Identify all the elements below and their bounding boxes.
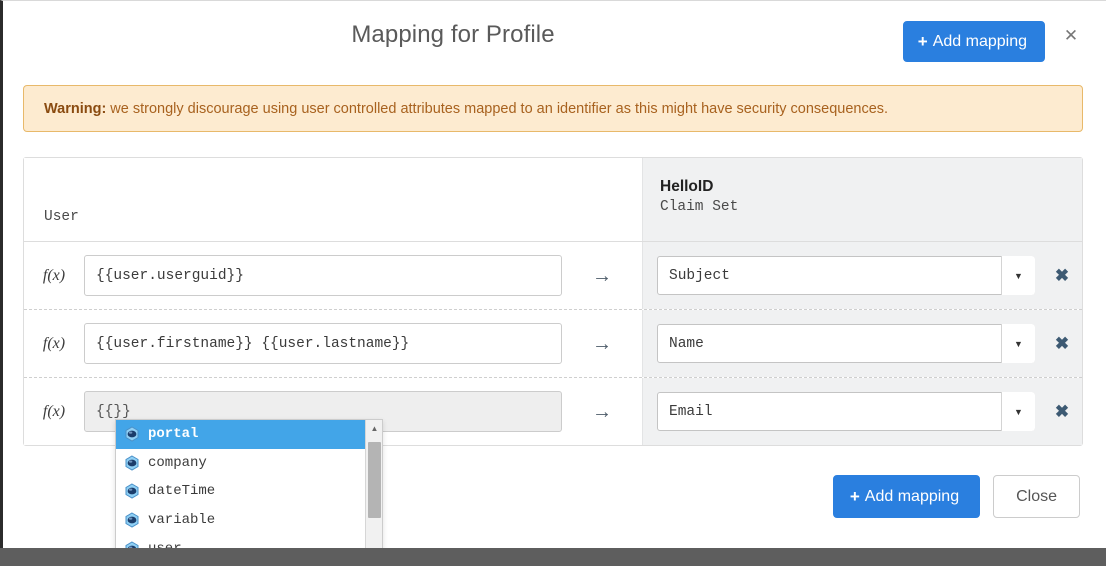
add-mapping-button-bottom[interactable]: + Add mapping [832, 475, 981, 518]
list-item[interactable]: portal [116, 420, 382, 449]
header-helloid-title: HelloID [660, 178, 714, 195]
remove-mapping-button[interactable]: ✖ [1051, 265, 1073, 287]
expression-cell [84, 242, 562, 309]
chevron-down-icon[interactable]: ▼ [1001, 392, 1035, 431]
expression-input[interactable] [84, 323, 562, 364]
plus-icon: + [917, 32, 928, 51]
add-mapping-button-top[interactable]: + Add mapping [902, 21, 1045, 62]
header-cell-user: User [24, 158, 642, 241]
chevron-down-icon[interactable]: ▼ [1001, 256, 1035, 295]
list-item[interactable]: dateTime [116, 477, 382, 506]
header-cell-helloid: HelloID Claim Set [642, 158, 1082, 241]
list-item-label: dateTime [148, 483, 216, 500]
list-item[interactable]: variable [116, 506, 382, 535]
modal-header: Mapping for Profile + Add mapping ✕ [3, 1, 1106, 79]
close-icon[interactable]: ✕ [1060, 25, 1082, 47]
function-label: f(x) [24, 242, 84, 309]
header-helloid-subtitle: Claim Set [660, 199, 739, 215]
modal-footer: + Add mapping Close [832, 475, 1080, 518]
claim-select[interactable]: Name ▼ [657, 324, 1035, 363]
arrow-right-icon: → [592, 332, 612, 355]
remove-mapping-button[interactable]: ✖ [1051, 401, 1073, 423]
mapping-arrow-cell: → [562, 242, 642, 309]
claim-select[interactable]: Subject ▼ [657, 256, 1035, 295]
window-bottom-strip [0, 548, 1106, 566]
mapping-arrow-cell: → [562, 378, 642, 445]
function-label: f(x) [24, 378, 84, 445]
warning-text: we strongly discourage using user contro… [110, 100, 889, 117]
claim-cell: Email ▼ ✖ [642, 378, 1082, 445]
mapping-table: User HelloID Claim Set f(x) → Subject ▼ [23, 157, 1083, 446]
scroll-up-icon[interactable]: ▲ [366, 420, 382, 437]
claim-cell: Subject ▼ ✖ [642, 242, 1082, 309]
close-button[interactable]: Close [993, 475, 1080, 518]
warning-label: Warning: [44, 100, 107, 117]
list-item[interactable]: company [116, 449, 382, 478]
remove-mapping-button[interactable]: ✖ [1051, 333, 1073, 355]
scrollbar-thumb[interactable] [368, 442, 381, 518]
fx-text: f(x) [42, 402, 66, 420]
page-title: Mapping for Profile [351, 21, 555, 48]
fx-text: f(x) [42, 334, 66, 352]
header-user-label: User [44, 209, 79, 225]
chevron-down-icon[interactable]: ▼ [1001, 324, 1035, 363]
table-row: f(x) → Name ▼ ✖ [24, 309, 1082, 377]
arrow-right-icon: → [592, 264, 612, 287]
object-icon [125, 512, 139, 528]
object-icon [125, 483, 139, 500]
mapping-table-header: User HelloID Claim Set [24, 158, 1082, 241]
expression-input[interactable] [84, 255, 562, 296]
table-row: f(x) → Subject ▼ ✖ [24, 241, 1082, 309]
autocomplete-list: portal company dateTime variable [116, 420, 382, 563]
object-icon [125, 455, 139, 471]
scrollbar[interactable]: ▲ ▼ [365, 420, 382, 563]
claim-select[interactable]: Email ▼ [657, 392, 1035, 431]
object-icon [125, 426, 139, 442]
claim-cell: Name ▼ ✖ [642, 310, 1082, 377]
claim-select-value[interactable]: Name [657, 324, 1035, 363]
plus-icon: + [849, 487, 860, 506]
mapping-arrow-cell: → [562, 310, 642, 377]
function-label: f(x) [24, 310, 84, 377]
autocomplete-dropdown[interactable]: portal company dateTime variable ▲ [115, 419, 383, 564]
fx-text: f(x) [42, 266, 66, 284]
add-mapping-label-bottom: Add mapping [864, 487, 960, 505]
warning-banner: Warning: we strongly discourage using us… [23, 85, 1083, 132]
claim-select-value[interactable]: Email [657, 392, 1035, 431]
expression-cell [84, 310, 562, 377]
arrow-right-icon: → [592, 400, 612, 423]
modal-dialog: Mapping for Profile + Add mapping ✕ Warn… [0, 0, 1106, 566]
claim-select-value[interactable]: Subject [657, 256, 1035, 295]
list-item-label: portal [148, 426, 199, 443]
list-item-label: company [148, 454, 207, 471]
list-item-label: variable [148, 512, 216, 529]
add-mapping-label-top: Add mapping [932, 32, 1027, 50]
close-button-label: Close [1016, 487, 1057, 505]
